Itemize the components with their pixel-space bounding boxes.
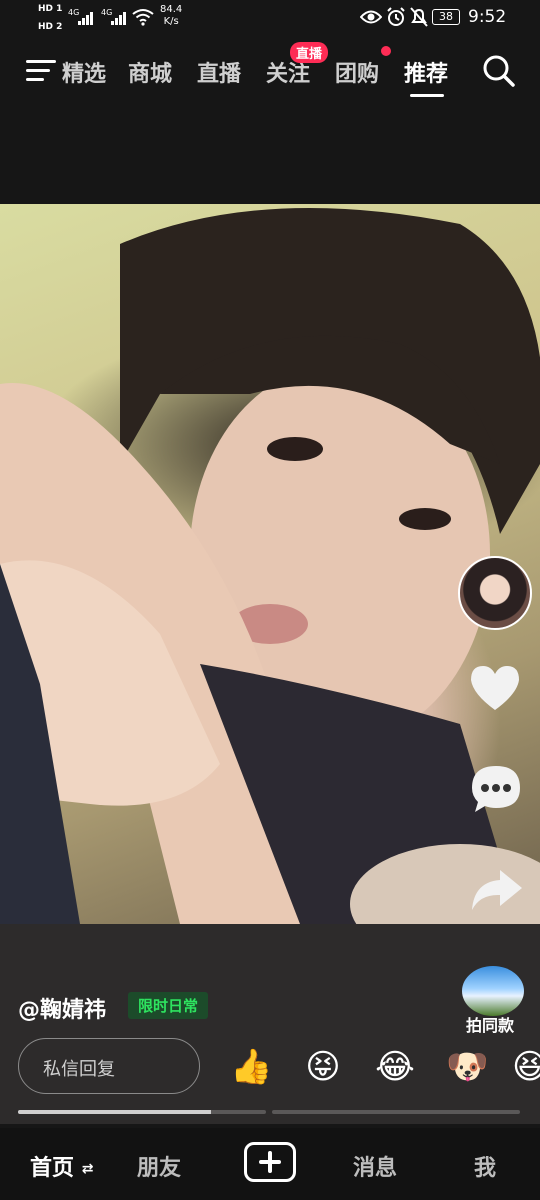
status-bar: HD 1 HD 2 4G 4G 84.4 K/s 38 9:52 (0, 0, 540, 38)
battery-level: 38 (439, 10, 453, 23)
dog-face-emoji[interactable]: 🐶 (446, 1046, 488, 1088)
search-icon[interactable] (482, 54, 516, 88)
active-tab-underline (410, 94, 444, 97)
portrait-image (0, 208, 540, 924)
comment-icon[interactable] (470, 764, 522, 814)
laughing-tears-emoji[interactable]: 😂 (374, 1046, 416, 1088)
nav-messages[interactable]: 消息 (353, 1150, 397, 1182)
create-button[interactable] (244, 1142, 296, 1182)
progress-fill (18, 1110, 212, 1114)
post-tag[interactable]: 限时日常 (128, 992, 209, 1019)
mute-bell-icon (410, 7, 428, 27)
net-speed-value: 84.4 (160, 4, 183, 15)
nav-friends[interactable]: 朋友 (137, 1150, 181, 1182)
alarm-icon (387, 7, 405, 26)
private-reply-input[interactable]: 私信回复 (18, 1038, 200, 1094)
author-username[interactable]: @鞠婧祎 (18, 992, 106, 1024)
grinning-face-emoji[interactable]: 😆 (512, 1046, 540, 1088)
same-style-thumbnail[interactable] (462, 966, 524, 1016)
live-badge: 直播 (290, 42, 329, 63)
playful-face-emoji[interactable]: 😝 (302, 1046, 344, 1088)
thumbs-up-emoji[interactable]: 👍 (230, 1046, 272, 1088)
tab-featured[interactable]: 精选 (58, 56, 106, 88)
clock: 9:52 (468, 7, 507, 27)
signal1-icon (78, 12, 94, 25)
net-speed: 84.4 K/s (160, 4, 182, 28)
share-icon[interactable] (470, 868, 524, 912)
net-speed-unit: K/s (163, 16, 179, 27)
sim2-label: HD 2 (38, 22, 63, 32)
eye-icon (360, 10, 382, 24)
signal2-icon (111, 12, 127, 25)
tab-mall[interactable]: 商城 (128, 56, 172, 88)
tab-featured-label: 精选 (61, 62, 106, 87)
video-photo[interactable] (0, 204, 540, 924)
battery-icon: 38 (432, 9, 460, 25)
nav-home-label: 首页 (30, 1156, 75, 1181)
menu-icon[interactable] (26, 58, 58, 84)
plus-icon (259, 1151, 281, 1173)
switch-arrows-icon: ⇄ (81, 1161, 94, 1177)
notification-dot (381, 46, 391, 56)
video-progress-segment-2[interactable] (272, 1110, 520, 1114)
author-avatar[interactable] (458, 556, 532, 630)
nav-me[interactable]: 我 (474, 1150, 496, 1182)
tab-recommended[interactable]: 推荐 (404, 56, 448, 88)
tab-live[interactable]: 直播 (197, 56, 241, 88)
video-progress-segment-1[interactable] (18, 1110, 266, 1114)
same-style-label[interactable]: 拍同款 (466, 1012, 514, 1036)
sim1-label: HD 1 (38, 4, 63, 14)
private-reply-placeholder: 私信回复 (43, 1059, 115, 1080)
tab-group-buy[interactable]: 团购 (335, 56, 379, 88)
post-info-panel (0, 924, 540, 1124)
wifi-icon (132, 9, 154, 26)
nav-home[interactable]: 首页 ⇄ (30, 1150, 93, 1182)
heart-icon[interactable] (469, 664, 521, 712)
top-nav: 精选 商城 直播 关注 直播 团购 推荐 (0, 42, 540, 102)
bottom-nav: 首页 ⇄ 朋友 消息 我 (0, 1128, 540, 1200)
